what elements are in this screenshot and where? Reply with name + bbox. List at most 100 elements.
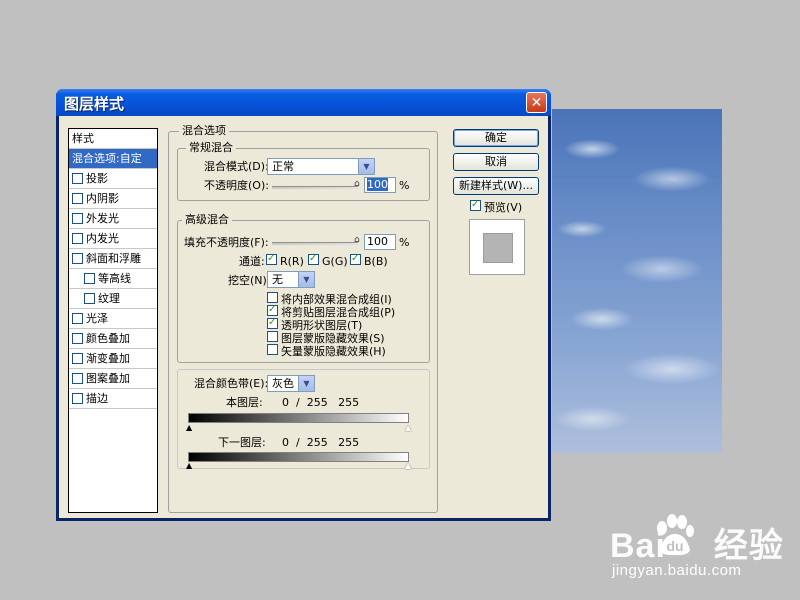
fill-opacity-label: 填充不透明度(F): xyxy=(184,236,269,249)
style-item-label: 颜色叠加 xyxy=(86,332,130,345)
general-blending-title: 常规混合 xyxy=(186,142,236,154)
ok-button[interactable]: 确定 xyxy=(453,129,539,147)
style-item-checkbox[interactable] xyxy=(84,293,95,304)
style-item-label: 内阴影 xyxy=(86,192,119,205)
close-button[interactable]: ✕ xyxy=(526,92,547,113)
style-item-checkbox[interactable] xyxy=(72,193,83,204)
channel-b-checkbox[interactable] xyxy=(350,252,361,266)
style-item[interactable]: 外发光 xyxy=(69,209,157,229)
dialog-title: 图层样式 xyxy=(64,95,125,113)
style-item[interactable]: 内阴影 xyxy=(69,189,157,209)
style-item-label: 混合选项:自定 xyxy=(72,152,142,165)
channels-label: 通道: xyxy=(239,255,265,268)
style-preview-swatch xyxy=(469,219,525,275)
style-item[interactable]: 光泽 xyxy=(69,309,157,329)
under-layer-white-slider-icon[interactable]: ▲ xyxy=(405,462,411,470)
style-item-checkbox[interactable] xyxy=(72,373,83,384)
fill-opacity-unit: % xyxy=(399,236,410,249)
advanced-option-checkbox[interactable] xyxy=(267,316,278,330)
style-item-checkbox[interactable] xyxy=(72,213,83,224)
style-item[interactable]: 混合选项:自定 xyxy=(69,149,157,169)
blend-if-select[interactable]: 灰色 ▼ xyxy=(267,375,315,392)
canvas-image xyxy=(552,109,722,453)
style-item-checkbox[interactable] xyxy=(72,313,83,324)
general-blending-group: 常规混合 混合模式(D): 正常 ▼ 不透明度(O): ⌂ 100 % xyxy=(177,142,430,201)
style-item-label: 渐变叠加 xyxy=(86,352,130,365)
under-layer-gradient xyxy=(188,452,409,462)
style-item-checkbox[interactable] xyxy=(72,353,83,364)
new-style-button[interactable]: 新建样式(W)... xyxy=(453,177,539,195)
style-item-checkbox[interactable] xyxy=(72,233,83,244)
style-item-label: 等高线 xyxy=(98,272,131,285)
blend-mode-label: 混合模式(D): xyxy=(204,160,269,173)
style-item-checkbox[interactable] xyxy=(72,173,83,184)
style-item[interactable]: 渐变叠加 xyxy=(69,349,157,369)
style-item-checkbox[interactable] xyxy=(84,273,95,284)
channel-g-checkbox[interactable] xyxy=(308,252,319,266)
advanced-option[interactable]: 矢量蒙版隐藏效果(H) xyxy=(267,344,386,359)
opacity-unit: % xyxy=(399,179,410,192)
blend-if-value: 灰色 xyxy=(272,377,294,390)
channel-g-label: G(G) xyxy=(322,255,348,268)
advanced-option-checkbox[interactable] xyxy=(267,331,278,342)
opacity-slider-thumb-icon[interactable]: ⌂ xyxy=(354,180,361,189)
channel-r-checkbox[interactable] xyxy=(266,252,277,266)
style-item-checkbox[interactable] xyxy=(72,253,83,264)
style-item[interactable]: 等高线 xyxy=(69,269,157,289)
advanced-option-label: 矢量蒙版隐藏效果(H) xyxy=(281,345,386,358)
style-item[interactable]: 颜色叠加 xyxy=(69,329,157,349)
blending-options-group: 混合选项 常规混合 混合模式(D): 正常 ▼ 不透明度(O): ⌂ 100 %… xyxy=(168,125,438,513)
advanced-blending-title: 高级混合 xyxy=(182,214,232,226)
style-item-checkbox[interactable] xyxy=(72,333,83,344)
fill-opacity-slider[interactable] xyxy=(272,242,358,245)
this-layer-black-slider-icon[interactable]: ▲ xyxy=(186,424,192,432)
this-layer-gradient xyxy=(188,413,409,423)
style-item-label: 内发光 xyxy=(86,232,119,245)
chevron-down-icon: ▼ xyxy=(358,159,374,174)
preview-checkbox[interactable] xyxy=(470,198,481,212)
opacity-input[interactable]: 100 xyxy=(364,177,396,193)
style-item[interactable]: 内发光 xyxy=(69,229,157,249)
channel-b[interactable]: B(B) xyxy=(350,252,388,269)
blend-mode-value: 正常 xyxy=(272,160,294,173)
advanced-option-checkbox[interactable] xyxy=(267,292,278,303)
channel-r-label: R(R) xyxy=(280,255,304,268)
chevron-down-icon: ▼ xyxy=(298,272,314,287)
fill-opacity-input[interactable]: 100 xyxy=(364,234,396,250)
style-item[interactable]: 斜面和浮雕 xyxy=(69,249,157,269)
style-item[interactable]: 图案叠加 xyxy=(69,369,157,389)
style-item-checkbox[interactable] xyxy=(72,393,83,404)
style-item-label: 投影 xyxy=(86,172,108,185)
style-item-label: 纹理 xyxy=(98,292,120,305)
advanced-blending-group: 高级混合 填充不透明度(F): ⌂ 100 % 通道: R(R) G(G) B(… xyxy=(177,214,430,363)
channel-r[interactable]: R(R) xyxy=(266,252,304,269)
close-icon: ✕ xyxy=(530,94,543,111)
style-item[interactable]: 描边 xyxy=(69,389,157,409)
this-layer-label: 本图层: xyxy=(226,396,263,409)
chevron-down-icon: ▼ xyxy=(298,376,314,391)
this-layer-white-slider-icon[interactable]: ▲ xyxy=(405,424,411,432)
layer-style-dialog: 图层样式 ✕ 样式 混合选项:自定投影内阴影外发光内发光斜面和浮雕等高线纹理光泽… xyxy=(56,89,551,521)
style-item[interactable]: 纹理 xyxy=(69,289,157,309)
cancel-button[interactable]: 取消 xyxy=(453,153,539,171)
blending-options-title: 混合选项 xyxy=(179,125,229,137)
style-item[interactable]: 投影 xyxy=(69,169,157,189)
fill-slider-thumb-icon[interactable]: ⌂ xyxy=(354,236,361,245)
blend-if-label: 混合颜色带(E): xyxy=(194,377,269,390)
channel-g[interactable]: G(G) xyxy=(308,252,348,269)
advanced-option-checkbox[interactable] xyxy=(267,303,278,317)
title-bar[interactable]: 图层样式 ✕ xyxy=(56,89,551,116)
svg-text:du: du xyxy=(666,538,683,554)
under-layer-black-slider-icon[interactable]: ▲ xyxy=(186,462,192,470)
fill-opacity-value: 100 xyxy=(367,235,388,248)
this-layer-values: 0 / 255 255 xyxy=(282,396,360,409)
knockout-select[interactable]: 无 ▼ xyxy=(267,271,315,288)
opacity-slider[interactable] xyxy=(272,186,358,189)
under-layer-label: 下一图层: xyxy=(218,436,266,449)
advanced-option-checkbox[interactable] xyxy=(267,344,278,355)
preview-toggle[interactable]: 预览(V) xyxy=(470,198,522,215)
styles-header[interactable]: 样式 xyxy=(69,129,157,149)
blend-mode-select[interactable]: 正常 ▼ xyxy=(267,158,375,175)
watermark-url: jingyan.baidu.com xyxy=(612,562,742,579)
style-item-label: 图案叠加 xyxy=(86,372,130,385)
